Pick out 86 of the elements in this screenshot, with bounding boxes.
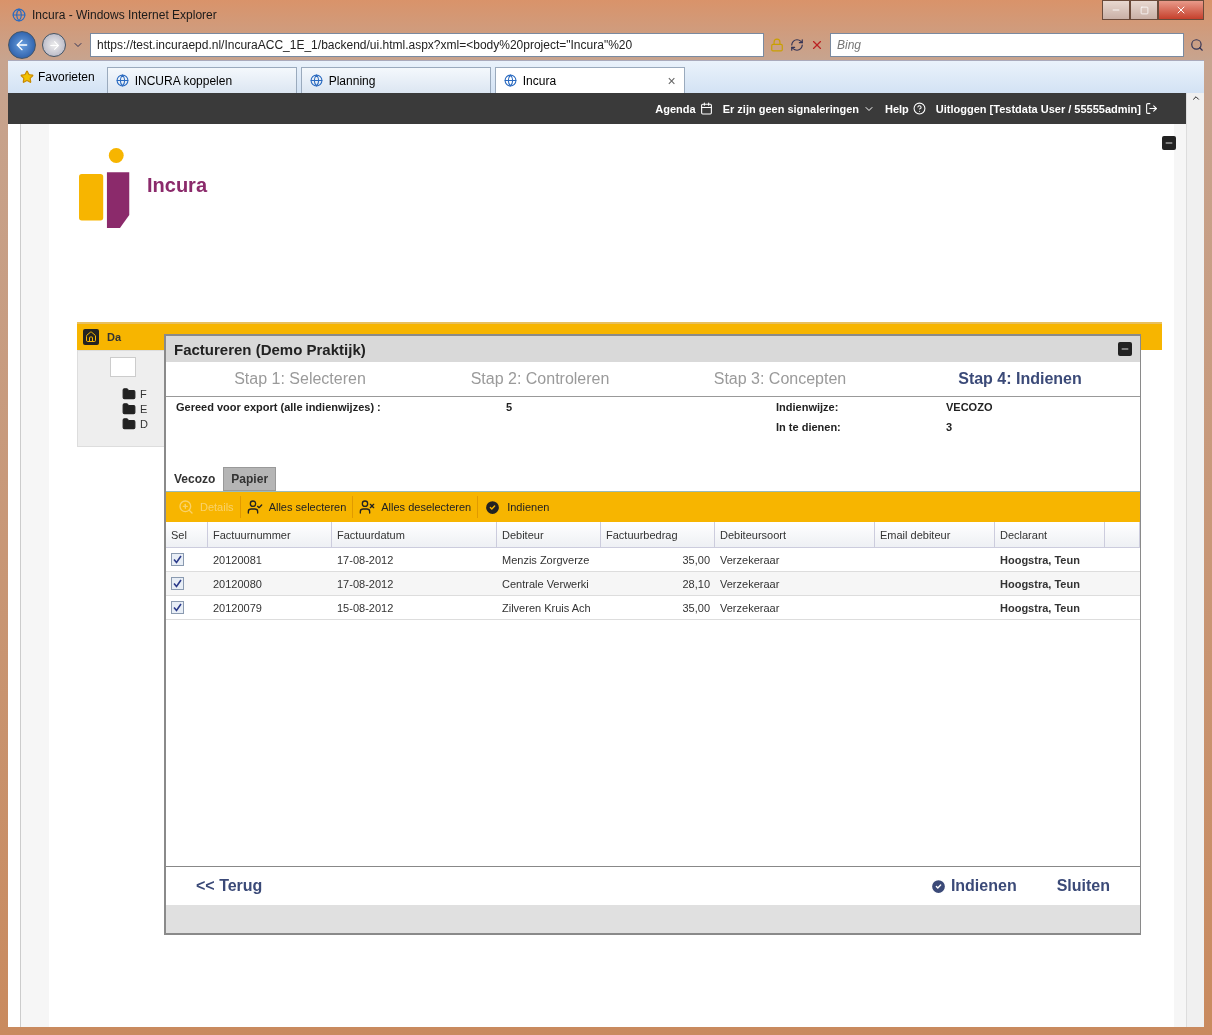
caret-icon bbox=[1190, 93, 1201, 103]
minimize-button[interactable] bbox=[1118, 342, 1132, 356]
table-cell: Centrale Verwerki bbox=[497, 572, 601, 596]
home-button[interactable] bbox=[83, 329, 99, 345]
folder-icon bbox=[122, 402, 136, 416]
browser-tab[interactable]: Planning bbox=[300, 67, 491, 93]
column-header[interactable]: Factuurnummer bbox=[208, 522, 332, 548]
back-button[interactable] bbox=[8, 31, 36, 59]
globe-icon bbox=[115, 74, 129, 87]
folder-icon bbox=[122, 387, 136, 401]
window-title: Incura - Windows Internet Explorer bbox=[32, 8, 217, 22]
logo-text: Incura bbox=[147, 174, 208, 197]
browser-icon bbox=[12, 8, 26, 22]
logout-icon bbox=[1145, 102, 1158, 115]
minimize-button[interactable] bbox=[1102, 0, 1130, 20]
check-circle-icon bbox=[484, 498, 502, 516]
calendar-icon bbox=[699, 102, 713, 115]
column-header[interactable]: Debiteur bbox=[497, 522, 601, 548]
close-link[interactable]: Sluiten bbox=[1056, 877, 1110, 895]
checkbox[interactable] bbox=[171, 553, 184, 566]
breadcrumb[interactable]: Da bbox=[107, 331, 122, 343]
folder-item[interactable]: D bbox=[122, 417, 196, 431]
collapse-button[interactable] bbox=[1162, 136, 1176, 150]
folder-icon bbox=[122, 417, 136, 431]
field-label: Gereed voor export (alle indienwijzes) : bbox=[176, 401, 382, 415]
favorites-button[interactable]: Favorieten bbox=[12, 64, 103, 90]
field-value: VECOZO bbox=[946, 401, 994, 415]
arrow-right-icon bbox=[47, 38, 61, 52]
toolbar-button[interactable]: Alles deselecteren bbox=[353, 496, 479, 518]
column-header[interactable]: Declarant bbox=[995, 522, 1105, 548]
wizard-step: Stap 4: Indienen bbox=[900, 370, 1140, 388]
stop-icon[interactable] bbox=[810, 38, 824, 52]
column-header[interactable]: Factuurbedrag bbox=[601, 522, 715, 548]
user-cross-icon bbox=[359, 499, 376, 515]
globe-icon bbox=[309, 74, 323, 87]
logout-link[interactable]: Uitloggen [Testdata User / 55555admin] bbox=[935, 102, 1158, 115]
column-header[interactable]: Factuurdatum bbox=[332, 522, 497, 548]
check-circle-icon bbox=[929, 877, 947, 895]
input-field[interactable] bbox=[110, 357, 136, 377]
wizard-step: Stap 3: Concepten bbox=[660, 370, 900, 388]
tab[interactable]: Papier bbox=[223, 467, 277, 491]
browser-tab[interactable]: Incura × bbox=[494, 67, 685, 93]
agenda-link[interactable]: Agenda bbox=[655, 102, 713, 115]
column-header[interactable]: Debiteursoort bbox=[715, 522, 875, 548]
refresh-icon[interactable] bbox=[790, 38, 804, 52]
back-link[interactable]: << Terug bbox=[196, 877, 263, 895]
toolbar-button[interactable]: Alles selecteren bbox=[240, 496, 354, 518]
address-field[interactable]: https://test.incuraepd.nl/IncuraACC_1E_1/backend/ui.html.aspx?xml=<body%20project="Incura"%20 bbox=[90, 33, 764, 57]
field-label: Indienwijze: bbox=[776, 401, 840, 415]
scrollbar[interactable] bbox=[1186, 93, 1204, 1027]
field-value: 5 bbox=[506, 401, 514, 415]
column-header[interactable]: Email debiteur bbox=[875, 522, 995, 548]
wizard-step: Stap 2: Controleren bbox=[420, 370, 660, 388]
table-cell: 20120080 bbox=[208, 572, 332, 596]
search-field[interactable]: Bing bbox=[830, 33, 1184, 57]
close-button[interactable] bbox=[1158, 0, 1204, 20]
close-icon bbox=[1175, 4, 1187, 16]
column-header[interactable]: Sel bbox=[166, 522, 208, 548]
forward-button[interactable] bbox=[42, 33, 66, 57]
star-icon bbox=[20, 70, 34, 84]
submit-link[interactable]: Indienen bbox=[929, 877, 1017, 895]
wizard-step: Stap 1: Selecteren bbox=[180, 370, 420, 388]
maximize-button[interactable] bbox=[1130, 0, 1158, 20]
table-cell: Hoogstra, Teun bbox=[995, 572, 1105, 596]
table-cell: 17-08-2012 bbox=[332, 572, 497, 596]
browser-tab[interactable]: INCURA koppelen bbox=[106, 67, 297, 93]
maximize-icon bbox=[1139, 5, 1149, 15]
field-value: 3 bbox=[946, 421, 954, 435]
checkbox[interactable] bbox=[171, 601, 184, 614]
table-cell: Verzekeraar bbox=[715, 572, 875, 596]
checkbox[interactable] bbox=[171, 577, 184, 590]
folder-item[interactable]: F bbox=[122, 387, 196, 401]
table-cell: 28,10 bbox=[601, 572, 715, 596]
help-link[interactable]: Help bbox=[884, 102, 926, 115]
toolbar-button[interactable]: Indienen bbox=[478, 496, 556, 518]
dialog-title: Factureren (Demo Praktijk) bbox=[174, 340, 366, 358]
lock-icon bbox=[770, 38, 784, 52]
column-header bbox=[1105, 522, 1140, 548]
magnifier-icon bbox=[178, 499, 194, 515]
user-check-icon bbox=[246, 499, 263, 515]
field-label: In te dienen: bbox=[776, 421, 842, 435]
search-icon[interactable] bbox=[1190, 38, 1204, 52]
home-icon bbox=[85, 331, 97, 343]
notifications-link[interactable]: Er zijn geen signaleringen bbox=[722, 102, 875, 115]
help-icon bbox=[912, 102, 926, 115]
globe-icon bbox=[503, 74, 517, 87]
